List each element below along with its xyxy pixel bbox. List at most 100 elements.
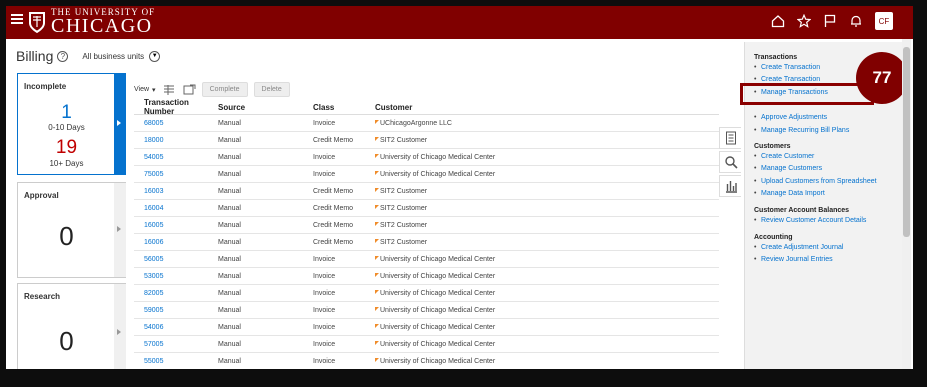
task-review-account-details[interactable]: Review Customer Account Details (754, 217, 866, 224)
cell-transaction-number[interactable]: 54005 (134, 154, 218, 161)
cell-source: Manual (218, 204, 241, 212)
tasks-panel-tab[interactable] (719, 127, 741, 149)
table-row[interactable]: 54006 Manual Invoice University of Chicago … (134, 319, 719, 336)
cell-transaction-number[interactable]: 18000 (134, 137, 218, 144)
view-menu[interactable]: View ▾ (134, 86, 156, 94)
queue-incomplete[interactable]: Incomplete 1 0-10 Days 19 10+ Days (17, 73, 126, 175)
cell-transaction-number[interactable]: 82005 (134, 290, 218, 297)
table-row[interactable]: 57005 Manual Invoice University of Chicago … (134, 336, 719, 353)
document-icon (725, 131, 736, 145)
customer-name: University of Chicago Medical Center (380, 272, 496, 280)
hamburger-menu-icon[interactable] (11, 14, 23, 24)
search-icon (724, 156, 738, 169)
cell-transaction-number[interactable]: 16004 (134, 205, 218, 212)
university-logo[interactable]: THE UNIVERSITY OF CHICAGO (28, 8, 155, 36)
cell-transaction-number[interactable]: 56005 (134, 256, 218, 263)
queue-expand-tab[interactable] (114, 284, 126, 369)
analytics-panel-tab[interactable] (719, 175, 741, 197)
column-header-class[interactable]: Class (313, 103, 375, 112)
cell-transaction-number[interactable]: 59005 (134, 307, 218, 314)
table-row[interactable]: 53005 Manual Invoice University of Chicago … (134, 268, 719, 285)
customer-name: SIT2 Customer (380, 136, 428, 144)
task-create-customer[interactable]: Create Customer (754, 153, 814, 160)
customer-name: University of Chicago Medical Center (380, 340, 496, 348)
flag-marker-icon (375, 272, 379, 277)
column-header-transaction-number[interactable]: Transaction Number (134, 98, 218, 116)
flag-marker-icon (375, 340, 379, 345)
research-count[interactable]: 0 (18, 326, 115, 357)
customer-name: University of Chicago Medical Center (380, 170, 496, 178)
cell-class: Invoice (313, 323, 336, 331)
cell-transaction-number[interactable]: 68005 (134, 120, 218, 127)
incomplete-recent-count[interactable]: 1 (18, 102, 115, 124)
cell-source: Manual (218, 306, 241, 314)
table-row[interactable]: 54005 Manual Invoice University of Chicago … (134, 149, 719, 166)
incomplete-recent-label: 0-10 Days (48, 123, 85, 132)
task-manage-recurring-bill-plans[interactable]: Manage Recurring Bill Plans (754, 127, 849, 134)
column-header-source[interactable]: Source (218, 103, 313, 112)
cell-transaction-number[interactable]: 53005 (134, 273, 218, 280)
task-create-adjustment-journal[interactable]: Create Adjustment Journal (754, 244, 843, 251)
customer-name: University of Chicago Medical Center (380, 289, 496, 297)
cell-transaction-number[interactable]: 16006 (134, 239, 218, 246)
cell-source: Manual (218, 340, 241, 348)
table-row[interactable]: 82005 Manual Invoice University of Chicago … (134, 285, 719, 302)
home-icon[interactable] (771, 14, 785, 28)
detach-table-icon[interactable] (182, 84, 196, 96)
queue-expand-tab[interactable] (114, 183, 126, 277)
table-row[interactable]: 59005 Manual Invoice University of Chicago … (134, 302, 719, 319)
user-avatar[interactable]: CF (875, 12, 893, 30)
table-row[interactable]: 68005 Manual Invoice UChicagoArgonne LLC (134, 115, 719, 132)
cell-transaction-number[interactable]: 16005 (134, 222, 218, 229)
cell-transaction-number[interactable]: 57005 (134, 341, 218, 348)
customer-name: University of Chicago Medical Center (380, 153, 496, 161)
cell-customer: University of Chicago Medical Center (375, 289, 715, 297)
queue-expand-tab[interactable] (114, 74, 126, 174)
highlight-box (740, 83, 874, 105)
queue-approval[interactable]: Approval 0 (17, 182, 126, 278)
help-icon[interactable]: ? (57, 50, 69, 62)
customer-name: UChicagoArgonne LLC (380, 119, 452, 127)
table-row[interactable]: 75005 Manual Invoice University of Chicago … (134, 166, 719, 183)
flag-marker-icon (375, 153, 379, 158)
scrollbar-thumb[interactable] (903, 47, 910, 237)
column-header-customer[interactable]: Customer (375, 103, 715, 112)
flag-marker-icon (375, 136, 379, 141)
flag-icon[interactable] (823, 14, 837, 28)
freeze-columns-icon[interactable] (162, 84, 176, 96)
task-approve-adjustments[interactable]: Approve Adjustments (754, 114, 827, 121)
table-row[interactable]: 16004 Manual Credit Memo SIT2 Customer (134, 200, 719, 217)
task-upload-customers[interactable]: Upload Customers from Spreadsheet (754, 178, 877, 185)
task-review-journal-entries[interactable]: Review Journal Entries (754, 256, 833, 263)
table-row[interactable]: 16003 Manual Credit Memo SIT2 Customer (134, 183, 719, 200)
bell-icon[interactable] (849, 14, 863, 28)
incomplete-old-count[interactable]: 19 (18, 137, 115, 159)
table-row[interactable]: 16005 Manual Credit Memo SIT2 Customer (134, 217, 719, 234)
cell-transaction-number[interactable]: 55005 (134, 358, 218, 365)
approval-count[interactable]: 0 (18, 221, 115, 252)
grid-toolbar: View ▾ Complete Delete (134, 82, 290, 97)
task-manage-customers[interactable]: Manage Customers (754, 165, 822, 172)
cell-transaction-number[interactable]: 54006 (134, 324, 218, 331)
cell-transaction-number[interactable]: 16003 (134, 188, 218, 195)
task-manage-data-import[interactable]: Manage Data Import (754, 190, 825, 197)
task-hidden-item[interactable]: Create Transaction (754, 76, 820, 83)
table-row[interactable]: 55005 Manual Invoice University of Chicago … (134, 353, 719, 369)
page-scrollbar[interactable] (902, 39, 911, 369)
search-panel-tab[interactable] (719, 151, 741, 173)
table-row[interactable]: 18000 Manual Credit Memo SIT2 Customer (134, 132, 719, 149)
task-create-transaction[interactable]: Create Transaction (754, 64, 820, 71)
queue-research[interactable]: Research 0 (17, 283, 126, 369)
complete-button[interactable]: Complete (201, 82, 248, 97)
business-units-label[interactable]: All business units (82, 52, 144, 61)
delete-button[interactable]: Delete (253, 82, 290, 97)
table-row[interactable]: 16006 Manual Credit Memo SIT2 Customer (134, 234, 719, 251)
cell-transaction-number[interactable]: 75005 (134, 171, 218, 178)
table-row[interactable]: 56005 Manual Invoice University of Chicago … (134, 251, 719, 268)
cell-customer: University of Chicago Medical Center (375, 153, 715, 161)
queue-approval-label: Approval (24, 191, 59, 200)
cell-class: Invoice (313, 119, 336, 127)
cell-class: Invoice (313, 340, 336, 348)
chevron-down-icon[interactable]: ▼ (149, 50, 161, 62)
star-icon[interactable] (797, 14, 811, 28)
